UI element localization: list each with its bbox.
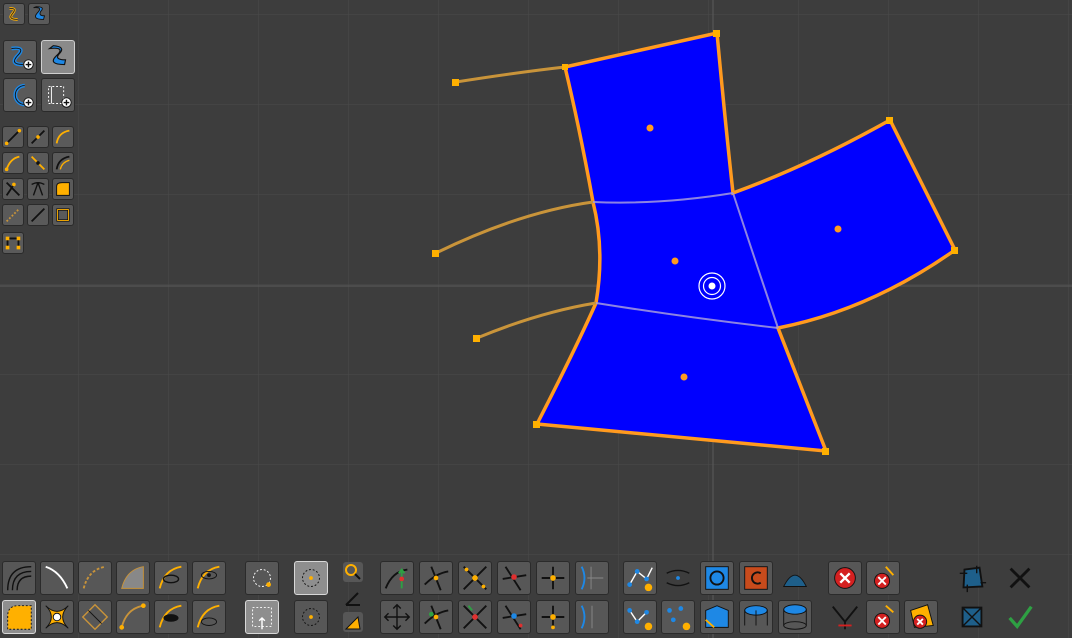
mesh-connect-icon[interactable] <box>623 600 657 634</box>
mesh-tube-icon[interactable] <box>778 600 812 634</box>
split-tool-icon[interactable] <box>2 178 24 200</box>
curve-eye-closed-icon[interactable] <box>154 600 188 634</box>
mesh-circle-icon[interactable] <box>700 561 734 595</box>
curve-offset-icon[interactable] <box>2 561 36 595</box>
mesh-add-icon[interactable] <box>623 561 657 595</box>
select-circle-icon[interactable] <box>245 561 279 595</box>
select-rectangle-icon[interactable] <box>245 600 279 634</box>
surface-mode-icon[interactable] <box>28 3 50 25</box>
line-tool-icon[interactable] <box>2 126 24 148</box>
corner-fill-icon[interactable] <box>2 600 36 634</box>
line-dot-tool-icon[interactable] <box>27 126 49 148</box>
magnet-snap-icon[interactable] <box>342 561 364 583</box>
mesh-fold-icon[interactable] <box>700 600 734 634</box>
rectangle-curve-button[interactable] <box>41 78 75 112</box>
arc-tool-icon[interactable] <box>52 126 74 148</box>
new-curve-button[interactable] <box>3 40 37 74</box>
delete-curve-icon[interactable] <box>866 561 900 595</box>
curve-star-icon[interactable] <box>40 600 74 634</box>
straight-line-tool-icon[interactable] <box>27 204 49 226</box>
bend-tool-icon[interactable] <box>52 152 74 174</box>
mesh-points-icon[interactable] <box>661 600 695 634</box>
frame-tool-icon[interactable] <box>52 204 74 226</box>
mirror-alt-icon[interactable] <box>575 600 609 634</box>
rotate-point-icon[interactable] <box>419 600 453 634</box>
confirm-icon[interactable] <box>1003 600 1037 634</box>
mesh-rotate-icon[interactable] <box>739 561 773 595</box>
group-tool-icon[interactable] <box>2 232 24 254</box>
pivot-point-icon[interactable] <box>536 561 570 595</box>
segment-tool-icon[interactable] <box>27 152 49 174</box>
arc-end-tool-icon[interactable] <box>2 152 24 174</box>
curve-view-alt-icon[interactable] <box>192 600 226 634</box>
cross-point-icon[interactable] <box>419 561 453 595</box>
dashed-line-tool-icon[interactable] <box>2 204 24 226</box>
scale-point-icon[interactable] <box>458 600 492 634</box>
angle-icon[interactable] <box>342 587 364 609</box>
cancel-icon[interactable] <box>1003 561 1037 595</box>
curve-mode-icon[interactable] <box>3 3 25 25</box>
translate-icon[interactable] <box>380 600 414 634</box>
curve-sweep-icon[interactable] <box>40 561 74 595</box>
delete-edge-icon[interactable] <box>828 600 862 634</box>
curve-link-icon[interactable] <box>116 600 150 634</box>
curve-view-icon[interactable] <box>192 561 226 595</box>
split-point-icon[interactable] <box>497 561 531 595</box>
select-circle-fill-icon[interactable] <box>294 561 328 595</box>
canvas-viewport[interactable] <box>0 0 1072 638</box>
curve-bezier-icon[interactable] <box>78 561 112 595</box>
delete-all-icon[interactable] <box>828 561 862 595</box>
intersect-icon[interactable] <box>458 561 492 595</box>
frame-selected-icon[interactable] <box>955 600 989 634</box>
curve-fill-icon[interactable] <box>116 561 150 595</box>
circle-curve-button[interactable] <box>3 78 37 112</box>
mirror-icon[interactable] <box>575 561 609 595</box>
delete-face-icon[interactable] <box>904 600 938 634</box>
tangent-point-icon[interactable] <box>497 600 531 634</box>
select-lasso-icon[interactable] <box>294 600 328 634</box>
join-tool-icon[interactable] <box>27 178 49 200</box>
frame-all-icon[interactable] <box>955 561 989 595</box>
new-surface-button[interactable] <box>41 40 75 74</box>
mesh-cylinder-icon[interactable] <box>739 600 773 634</box>
curve-diamond-icon[interactable] <box>78 600 112 634</box>
fill-corner-tool-icon[interactable] <box>52 178 74 200</box>
mesh-wave-icon[interactable] <box>661 561 695 595</box>
mesh-dome-icon[interactable] <box>778 561 812 595</box>
move-point-icon[interactable] <box>380 561 414 595</box>
delete-point-icon[interactable] <box>866 600 900 634</box>
angle-fill-icon[interactable] <box>342 611 364 633</box>
weld-point-icon[interactable] <box>536 600 570 634</box>
curve-eye-icon[interactable] <box>154 561 188 595</box>
